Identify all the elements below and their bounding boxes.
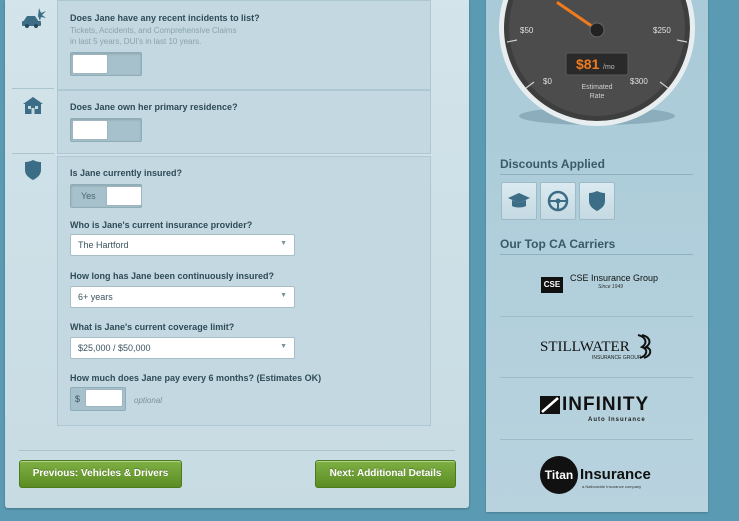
cse-logo-name: CSE Insurance Group: [570, 273, 659, 283]
incidents-hint-2: in last 5 years, DUI's in last 10 years.: [70, 37, 202, 46]
gauge-tick-0: $0: [543, 77, 552, 86]
cse-logo-sub: Since 1949: [598, 284, 624, 290]
optional-note: optional: [134, 396, 163, 405]
discount-student: [501, 182, 537, 220]
steering-wheel-icon: [547, 190, 569, 212]
previous-button[interactable]: Previous: Vehicles & Drivers: [19, 460, 182, 488]
toggle-knob[interactable]: [72, 54, 108, 74]
coverage-value: $25,000 / $50,000: [78, 343, 151, 353]
incidents-hint-1: Tickets, Accidents, and Comprehensive Cl…: [70, 26, 237, 35]
titan-logo-sub: a Nationwide Insurance company: [582, 484, 642, 489]
insured-label: Is Jane currently insured?: [70, 168, 183, 178]
infinity-logo-mark: [540, 396, 560, 414]
carrier-cse: CSE CSE Insurance Group Since 1949: [500, 255, 693, 315]
infinity-logo-sub: Auto Insurance: [588, 417, 646, 423]
carrier-stillwater: STILLWATER INSURANCE GROUP: [500, 316, 693, 377]
incidents-question: Does Jane have any recent incidents to l…: [57, 0, 431, 90]
payment-label: How much does Jane pay every 6 months? (…: [70, 373, 322, 383]
graduation-cap-icon: [508, 193, 530, 208]
toggle-knob[interactable]: [72, 120, 108, 140]
carriers-title: Our Top CA Carriers: [500, 237, 616, 251]
residence-label: Does Jane own her primary residence?: [70, 102, 238, 112]
titan-logo-mark: Titan: [540, 456, 578, 494]
questions-panel: Does Jane have any recent incidents to l…: [5, 0, 469, 508]
residence-question: Does Jane own her primary residence?: [57, 90, 431, 154]
discounts-title: Discounts Applied: [500, 157, 605, 171]
provider-label: Who is Jane's current insurance provider…: [70, 220, 253, 230]
titan-logo-name: Insurance: [580, 466, 651, 483]
insured-question-group: Is Jane currently insured? Yes Who is Ja…: [57, 156, 431, 426]
stillwater-logo-sub: INSURANCE GROUP: [592, 355, 642, 361]
infinity-logo-name: INFINITY: [562, 394, 650, 415]
cse-logo-mark: CSE: [541, 277, 563, 293]
provider-value: The Hartford: [78, 240, 129, 250]
gauge-hub: [589, 22, 605, 38]
gauge-value: $81: [576, 56, 600, 72]
shield-icon: [589, 191, 605, 211]
residence-icon-cell: [12, 89, 54, 154]
toggle-knob[interactable]: [106, 186, 142, 206]
discounts-rule: [500, 174, 693, 175]
house-icon: [23, 97, 43, 114]
coverage-label: What is Jane's current coverage limit?: [70, 322, 235, 332]
discount-safe-driver: [540, 182, 576, 220]
rate-gauge: $50 $250 $0 $300 $81 /mo Estimated Rate: [499, 0, 695, 126]
duration-label: How long has Jane been continuously insu…: [70, 271, 275, 281]
payment-input[interactable]: [85, 389, 123, 407]
chevron-down-icon: ▼: [280, 240, 287, 247]
car-crash-icon: [22, 8, 46, 28]
gauge-tick-300: $300: [630, 77, 648, 86]
duration-select[interactable]: 6+ years ▼: [70, 286, 295, 308]
duration-value: 6+ years: [78, 292, 113, 302]
coverage-select[interactable]: $25,000 / $50,000 ▼: [70, 337, 295, 359]
form-divider: [19, 450, 455, 451]
incidents-icon-cell: [12, 0, 54, 89]
carrier-titan: Titan Insurance a Nationwide Insurance c…: [500, 439, 693, 510]
stillwater-logo-name: STILLWATER: [540, 339, 630, 355]
gauge-caption-1: Estimated: [581, 84, 612, 91]
next-button[interactable]: Next: Additional Details: [315, 460, 456, 488]
incidents-label: Does Jane have any recent incidents to l…: [70, 13, 260, 23]
residence-toggle[interactable]: [70, 118, 142, 142]
provider-select[interactable]: The Hartford ▼: [70, 234, 295, 256]
currency-symbol: $: [75, 394, 81, 404]
shield-icon: [25, 160, 41, 180]
incidents-toggle[interactable]: [70, 52, 142, 76]
gauge-tick-250: $250: [653, 26, 671, 35]
toggle-yes-text: Yes: [81, 191, 96, 201]
chevron-down-icon: ▼: [280, 292, 287, 299]
gauge-unit: /mo: [603, 64, 615, 71]
chevron-down-icon: ▼: [280, 343, 287, 350]
payment-input-group: $: [70, 387, 126, 411]
carrier-infinity: INFINITY Auto Insurance: [500, 377, 693, 439]
discount-insured: [579, 182, 615, 220]
summary-panel: $50 $250 $0 $300 $81 /mo Estimated Rate …: [486, 0, 708, 512]
gauge-tick-50: $50: [520, 26, 534, 35]
insured-toggle[interactable]: Yes: [70, 184, 142, 208]
gauge-caption-2: Rate: [590, 93, 605, 100]
stillwater-wave-icon: [637, 334, 652, 359]
insured-icon-cell: [12, 155, 54, 185]
